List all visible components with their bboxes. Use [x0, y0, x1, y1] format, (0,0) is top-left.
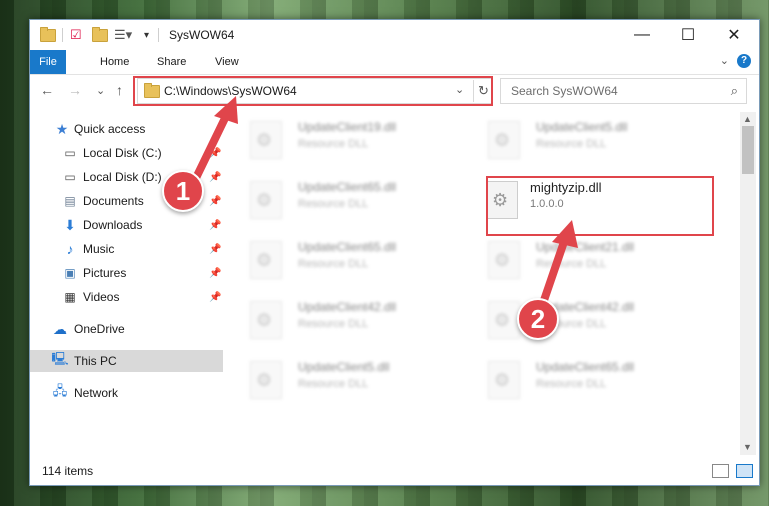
list-item[interactable]: UpdateClient65.dll Resource DLL: [464, 358, 684, 408]
cloud-icon: ☁: [53, 320, 67, 337]
dll-file-icon: [250, 181, 282, 219]
status-bar: 114 items: [30, 459, 759, 483]
dll-file-icon: [250, 121, 282, 159]
details-view-icon[interactable]: [712, 464, 729, 478]
documents-icon: ▤: [64, 194, 76, 208]
pictures-icon: ▣: [64, 266, 76, 280]
download-icon: ⬇: [64, 216, 76, 233]
toolbar-dropdown-icon[interactable]: ▾: [144, 27, 149, 43]
scroll-down-icon[interactable]: ▼: [743, 442, 752, 452]
callout-badge-2: 2: [517, 298, 559, 340]
pin-icon[interactable]: 📌: [209, 292, 221, 303]
pin-icon[interactable]: 📌: [209, 244, 221, 255]
scroll-thumb[interactable]: [742, 126, 754, 174]
dll-file-icon: [250, 361, 282, 399]
computer-icon: 🖳: [51, 351, 69, 366]
list-item[interactable]: UpdateClient42.dll Resource DLL: [226, 298, 446, 348]
tab-home[interactable]: Home: [90, 50, 139, 74]
list-item[interactable]: UpdateClient5.dll Resource DLL: [464, 118, 684, 168]
sidebar-item-this-pc[interactable]: 🖳 This PC: [30, 350, 223, 372]
list-item[interactable]: UpdateClient65.dll Resource DLL: [226, 238, 446, 288]
new-folder-icon[interactable]: [92, 26, 108, 43]
pin-icon[interactable]: 📌: [209, 196, 221, 207]
sidebar-item-videos[interactable]: ▦ Videos 📌: [30, 286, 223, 308]
star-icon: ★: [55, 120, 69, 137]
sidebar-item-music[interactable]: ♪ Music 📌: [30, 238, 223, 260]
navigation-pane: ★ Quick access ▭ Local Disk (C:) 📌 ▭ Loc…: [30, 112, 223, 452]
customize-toolbar-icon[interactable]: ☰▾: [114, 27, 132, 43]
sidebar-item-onedrive[interactable]: ☁ OneDrive: [30, 318, 223, 340]
scroll-up-icon[interactable]: ▲: [743, 114, 752, 124]
tab-view[interactable]: View: [205, 50, 249, 74]
up-button[interactable]: ↑: [116, 82, 123, 98]
large-icons-view-icon[interactable]: [736, 464, 753, 478]
minimize-button[interactable]: —: [619, 20, 665, 50]
list-item[interactable]: UpdateClient19.dll Resource DLL: [226, 118, 446, 168]
tab-share[interactable]: Share: [147, 50, 196, 74]
drive-icon: ▭: [64, 146, 76, 160]
sidebar-item-local-disk-c[interactable]: ▭ Local Disk (C:) 📌: [30, 142, 223, 164]
dll-file-icon: [488, 121, 520, 159]
videos-icon: ▦: [64, 290, 76, 304]
item-count: 114 items: [42, 464, 94, 478]
sidebar-item-network[interactable]: 🖧 Network: [30, 382, 223, 404]
list-item[interactable]: UpdateClient5.dll Resource DLL: [226, 358, 446, 408]
recent-locations-button[interactable]: ⌄: [96, 84, 105, 97]
sidebar-item-downloads[interactable]: ⬇ Downloads 📌: [30, 214, 223, 236]
properties-icon[interactable]: ☑: [70, 27, 82, 43]
dll-file-icon: [488, 301, 520, 339]
ribbon-expand-icon[interactable]: ⌄: [720, 54, 729, 67]
pin-icon[interactable]: 📌: [209, 220, 221, 231]
vertical-scrollbar[interactable]: ▲ ▼: [740, 112, 756, 455]
address-highlight-box: [133, 76, 493, 106]
list-item[interactable]: UpdateClient21.dll Resource DLL: [464, 238, 684, 288]
forward-button[interactable]: →: [68, 82, 82, 98]
list-item[interactable]: UpdateClient65.dll Resource DLL: [226, 178, 446, 228]
magnifier-icon[interactable]: ⌕: [731, 83, 738, 99]
network-icon: 🖧: [52, 383, 68, 398]
window-title: SysWOW64: [169, 28, 235, 42]
drive-icon: ▭: [64, 170, 76, 184]
search-input[interactable]: Search SysWOW64 ⌕: [500, 78, 747, 104]
dll-file-icon: [250, 301, 282, 339]
sidebar-item-pictures[interactable]: ▣ Pictures 📌: [30, 262, 223, 284]
divider: [158, 28, 159, 42]
callout-badge-1: 1: [162, 170, 204, 212]
title-bar: ☑ ☰▾ ▾ SysWOW64 — ☐ ✕: [30, 20, 759, 50]
file-explorer-window: ☑ ☰▾ ▾ SysWOW64 — ☐ ✕ File Home Share Vi…: [29, 19, 760, 486]
help-icon[interactable]: ?: [737, 54, 751, 68]
music-icon: ♪: [66, 241, 74, 257]
ribbon-tabs: File Home Share View ⌄ ?: [30, 50, 759, 75]
file-highlight-box: [486, 176, 714, 236]
list-item[interactable]: UpdateClient42.dll Resource DLL: [464, 298, 684, 348]
dll-file-icon: [488, 361, 520, 399]
pin-icon[interactable]: 📌: [209, 148, 221, 159]
pin-icon[interactable]: 📌: [209, 172, 221, 183]
sidebar-item-quick-access[interactable]: ★ Quick access: [30, 118, 223, 140]
tab-file[interactable]: File: [30, 50, 66, 74]
pin-icon[interactable]: 📌: [209, 268, 221, 279]
close-button[interactable]: ✕: [711, 20, 757, 50]
dll-file-icon: [488, 241, 520, 279]
back-button[interactable]: ←: [40, 82, 54, 98]
divider: [62, 28, 63, 42]
file-list: UpdateClient19.dll Resource DLL UpdateCl…: [226, 112, 739, 452]
search-placeholder: Search SysWOW64: [511, 84, 618, 98]
maximize-button[interactable]: ☐: [665, 20, 711, 50]
dll-file-icon: [250, 241, 282, 279]
folder-icon: [40, 26, 56, 43]
